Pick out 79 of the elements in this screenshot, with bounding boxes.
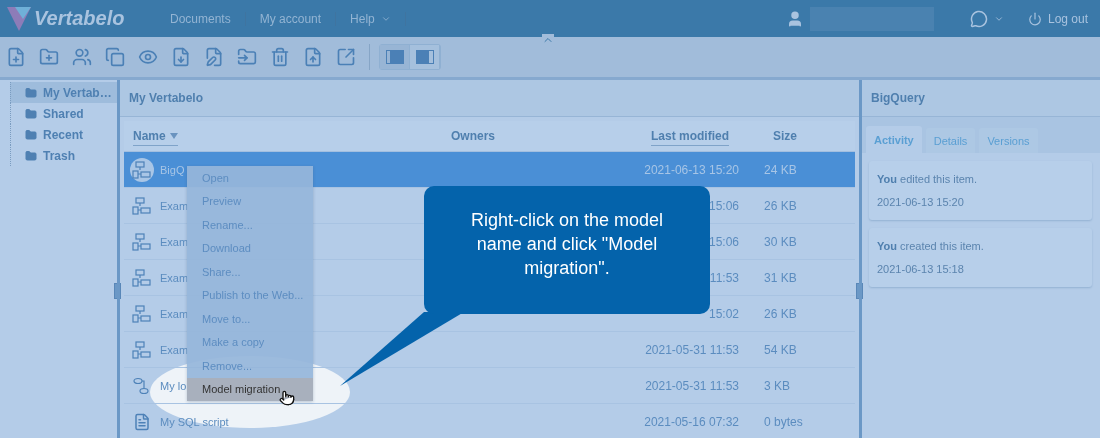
modified-date: 2021-05-31 11:53 bbox=[645, 378, 740, 393]
modified-date: 15:02 bbox=[708, 306, 740, 321]
file-size: 24 KB bbox=[764, 162, 798, 177]
folder-icon bbox=[25, 86, 37, 99]
logo-text: Vertabelo bbox=[34, 7, 125, 30]
power-icon bbox=[1027, 11, 1042, 26]
file-name: My lo bbox=[160, 379, 187, 392]
file-size: 26 KB bbox=[764, 198, 798, 213]
export-icon[interactable] bbox=[336, 47, 356, 67]
layout-toggle-button[interactable] bbox=[410, 45, 440, 69]
file-name: Exam bbox=[160, 307, 189, 320]
file-size: 0 bytes bbox=[764, 414, 804, 429]
eye-icon[interactable] bbox=[138, 47, 158, 67]
menu-item[interactable]: Download bbox=[187, 236, 313, 260]
file-name: Exam bbox=[160, 271, 189, 284]
menu-item[interactable]: Make a copy bbox=[187, 330, 313, 354]
users-icon[interactable] bbox=[72, 47, 92, 67]
folder-move-icon[interactable] bbox=[237, 47, 257, 67]
modified-date: 11:53 bbox=[709, 270, 740, 285]
nav-link[interactable]: Documents bbox=[156, 11, 246, 26]
file-name: Exam bbox=[160, 235, 189, 248]
file-download-icon[interactable] bbox=[171, 47, 191, 67]
file-size: 30 KB bbox=[764, 234, 798, 249]
column-header: Size bbox=[773, 128, 797, 145]
new-file-icon[interactable] bbox=[6, 47, 26, 67]
model-icon bbox=[130, 157, 154, 182]
menu-item[interactable]: Preview bbox=[187, 189, 313, 213]
panel-title: My Vertabelo bbox=[120, 80, 859, 117]
logout-link[interactable]: Log out bbox=[1015, 11, 1100, 26]
column-header: Owners bbox=[451, 128, 495, 145]
splitter-handle[interactable] bbox=[114, 283, 121, 299]
sort-caret-icon bbox=[169, 132, 178, 139]
folder-icon bbox=[25, 149, 37, 162]
tab[interactable]: Activity bbox=[866, 126, 922, 153]
panel-left-icon bbox=[385, 50, 404, 64]
modified-date: 2021-06-13 15:20 bbox=[644, 162, 740, 177]
panel-right-icon bbox=[415, 50, 434, 64]
activity-time: 2021-06-13 15:18 bbox=[877, 263, 965, 275]
file-name: BigQ bbox=[160, 163, 185, 176]
chat-icon bbox=[969, 9, 988, 28]
activity-text: You created this item. bbox=[877, 240, 985, 252]
file-size: 3 KB bbox=[764, 378, 791, 393]
file-upload-icon[interactable] bbox=[303, 47, 323, 67]
sidebar-item[interactable]: Shared bbox=[10, 103, 117, 124]
modified-date: 2021-05-16 07:32 bbox=[644, 414, 740, 429]
layout-toggle-button[interactable] bbox=[380, 45, 410, 69]
menu-item[interactable]: Model migration bbox=[187, 377, 313, 401]
file-size: 26 KB bbox=[764, 306, 798, 321]
splitter-handle[interactable] bbox=[856, 283, 863, 299]
file-edit-icon[interactable] bbox=[204, 47, 224, 67]
modified-date: 15:06 bbox=[708, 234, 740, 249]
trash-icon[interactable] bbox=[270, 47, 290, 67]
folder-icon bbox=[25, 107, 37, 120]
logo-icon bbox=[6, 4, 32, 33]
file-name: Exam bbox=[160, 199, 189, 212]
menu-item[interactable]: Share... bbox=[187, 260, 313, 284]
menu-item[interactable]: Move to... bbox=[187, 307, 313, 331]
file-size: 54 KB bbox=[764, 342, 798, 357]
sidebar-item[interactable]: Trash bbox=[10, 145, 117, 166]
column-header[interactable]: Last modified bbox=[651, 126, 729, 146]
activity-text: You edited this item. bbox=[877, 173, 979, 185]
panel-title: BigQuery bbox=[862, 80, 1100, 117]
tab[interactable]: Details bbox=[925, 128, 976, 153]
folder-icon bbox=[25, 128, 37, 141]
column-header[interactable]: Name bbox=[133, 126, 178, 146]
nav-link[interactable]: Help bbox=[336, 11, 406, 26]
hand-cursor-icon bbox=[279, 390, 295, 406]
file-size: 31 KB bbox=[764, 270, 798, 285]
modified-date: 2021-05-31 11:53 bbox=[645, 342, 740, 357]
new-folder-icon[interactable] bbox=[39, 47, 59, 67]
file-name: My SQL script bbox=[160, 415, 229, 428]
sidebar-item[interactable]: My Vertab… bbox=[10, 82, 117, 103]
sidebar-item[interactable]: Recent bbox=[10, 124, 117, 145]
nav-link[interactable]: My account bbox=[245, 11, 337, 26]
modified-date: 15:06 bbox=[708, 198, 740, 213]
copy-icon[interactable] bbox=[105, 47, 125, 67]
tab[interactable]: Versions bbox=[979, 128, 1038, 153]
file-name: Exam bbox=[160, 343, 189, 356]
activity-time: 2021-06-13 15:20 bbox=[877, 196, 965, 208]
